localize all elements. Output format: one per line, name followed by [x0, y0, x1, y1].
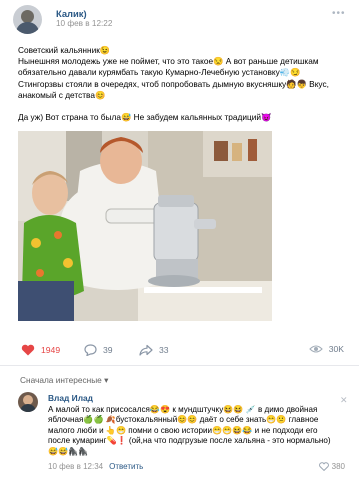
photo-illustration: [18, 131, 272, 321]
post-author[interactable]: Калик): [56, 8, 87, 19]
views-counter: 30K: [308, 344, 344, 354]
share-arrow-icon: [139, 344, 153, 356]
post-text-line: Да уж) Вот страна то была😅 Не забудем ка…: [18, 112, 272, 123]
chevron-down-icon: ▾: [104, 375, 109, 385]
heart-icon: [21, 344, 35, 356]
post-actions: 1949 39 33 30K: [18, 344, 348, 360]
post-card: Калик) 10 фев в 12:22 ••• Советский каль…: [0, 0, 359, 480]
like-button[interactable]: 1949: [21, 344, 60, 356]
divider: [0, 365, 359, 366]
comment-text-line: А малой то как присосался😂😍 к мундштучку…: [48, 405, 318, 414]
share-button[interactable]: 33: [139, 344, 169, 356]
comment-count: 39: [103, 345, 113, 355]
comment-bubble-icon: [84, 344, 97, 356]
comment-text-line: 😅😅🦍🦍: [48, 446, 89, 456]
comment-footer: 10 фев в 12:34 Ответить: [48, 462, 143, 471]
heart-icon: [318, 462, 329, 471]
comment-like-count: 380: [331, 462, 345, 471]
author-avatar[interactable]: [13, 5, 42, 34]
commenter-avatar[interactable]: [18, 392, 38, 412]
post-text-line: Советский кальянник😉: [18, 45, 111, 55]
comment-like-button[interactable]: 380: [318, 462, 345, 471]
comments-sort-label: Сначала интересные: [20, 375, 102, 385]
avatar-body: [16, 22, 39, 34]
comment-text-line: малого люби и 👆😁 помни о свою истории😁😁😆…: [48, 425, 318, 435]
eye-icon: [308, 345, 323, 353]
more-options-icon[interactable]: •••: [332, 8, 346, 19]
avatar-body: [20, 404, 36, 412]
post-text-line: анакомый с детства😊: [18, 89, 106, 100]
post-text: Советский кальянник😉 Нынешняя молодежь у…: [18, 45, 348, 123]
comment-author[interactable]: Влад Илад: [48, 393, 93, 403]
comment-button[interactable]: 39: [84, 344, 113, 356]
comment-text-line: яблочная🍏🍏 🍂бустокальянный😊😊 даёт о себе…: [48, 415, 319, 425]
comment-date[interactable]: 10 фев в 12:34: [48, 462, 103, 471]
post-text-line: обязательно давали курямбать такую Кумар…: [18, 67, 301, 78]
post-date[interactable]: 10 фев в 12:22: [56, 19, 112, 28]
views-count: 30K: [328, 344, 344, 354]
comments-sort-selector[interactable]: Сначала интересные ▾: [20, 375, 108, 385]
reply-button[interactable]: Ответить: [109, 462, 143, 471]
post-photo[interactable]: [18, 131, 272, 321]
share-count: 33: [159, 345, 169, 355]
comment-text: А малой то как присосался😂😍 к мундштучку…: [48, 405, 348, 457]
like-count: 1949: [41, 345, 61, 355]
post-text-line: Нынешняя молодежь уже не поймет, что это…: [18, 56, 319, 67]
post-text-line: Стингорзвы стояли в очередях, чтоб попро…: [18, 78, 329, 89]
comment-text-line: после кумаринг💊❗ (ой,на что подгрузые по…: [48, 436, 331, 446]
